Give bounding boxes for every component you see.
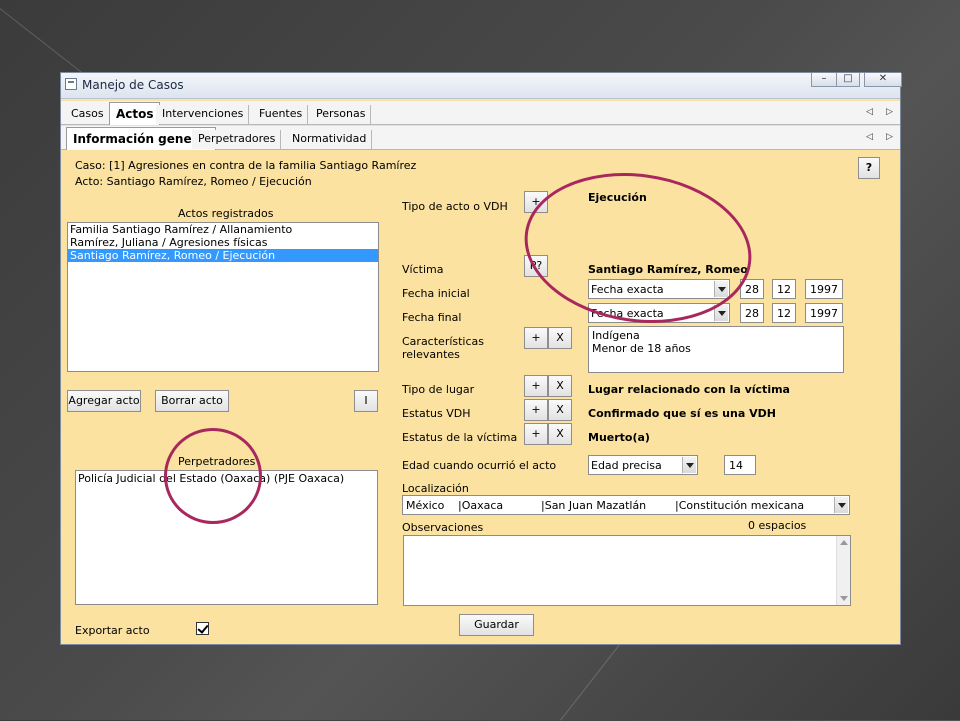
tab-personas[interactable]: Personas: [310, 105, 372, 124]
list-item[interactable]: Santiago Ramírez, Romeo / Ejecución: [68, 249, 378, 262]
tipo-acto-value: Ejecución: [588, 191, 647, 204]
exportar-checkbox[interactable]: [196, 622, 209, 635]
estatus-victima-label: Estatus de la víctima: [402, 431, 518, 444]
add-estatus-vdh-button[interactable]: +: [524, 399, 548, 421]
tab-perpetradores[interactable]: Perpetradores: [192, 130, 282, 149]
window-title: Manejo de Casos: [82, 78, 184, 92]
tab-fuentes[interactable]: Fuentes: [253, 105, 309, 124]
fecha-final-day[interactable]: 28: [740, 303, 764, 323]
espacios-counter: 0 espacios: [748, 519, 807, 532]
minimize-button[interactable]: –: [811, 73, 837, 87]
tab-casos[interactable]: Casos: [65, 105, 110, 124]
app-icon: [65, 78, 77, 90]
info-button[interactable]: I: [354, 390, 378, 412]
fecha-final-type-select[interactable]: Fecha exacta: [588, 303, 730, 323]
edad-type-select[interactable]: Edad precisa: [588, 455, 698, 475]
fecha-final-label: Fecha final: [402, 311, 462, 324]
observaciones-textarea[interactable]: [403, 535, 851, 606]
add-estatus-victima-button[interactable]: +: [524, 423, 548, 445]
guardar-button[interactable]: Guardar: [459, 614, 534, 636]
caracteristicas-label-2: relevantes: [402, 348, 460, 361]
edad-label: Edad cuando ocurrió el acto: [402, 459, 557, 472]
actos-heading: Actos registrados: [178, 207, 274, 220]
observaciones-label: Observaciones: [402, 521, 484, 534]
scrollbar[interactable]: [836, 536, 850, 605]
caracteristicas-label: Características: [402, 335, 485, 348]
localizacion-label: Localización: [402, 482, 469, 495]
perpetradores-heading: Perpetradores: [178, 455, 256, 468]
chevron-down-icon[interactable]: [714, 305, 728, 321]
tab-scroll-right-icon[interactable]: ▷: [886, 107, 893, 117]
fecha-final-year[interactable]: 1997: [805, 303, 843, 323]
list-item[interactable]: Familia Santiago Ramírez / Allanamiento: [68, 223, 378, 236]
fecha-inicial-month[interactable]: 12: [772, 279, 796, 299]
title-bar: Manejo de Casos – □ ✕: [61, 73, 902, 99]
chevron-down-icon[interactable]: [714, 281, 728, 297]
fecha-final-month[interactable]: 12: [772, 303, 796, 323]
delete-act-button[interactable]: Borrar acto: [155, 390, 229, 412]
tipo-acto-label: Tipo de acto o VDH: [402, 200, 508, 213]
exportar-label: Exportar acto: [75, 624, 150, 637]
sub-tab-bar: Información general Perpetradores Normat…: [61, 126, 900, 150]
list-item[interactable]: Ramírez, Juliana / Agresiones físicas: [68, 236, 378, 249]
remove-estatus-vdh-button[interactable]: X: [548, 399, 572, 421]
victima-value: Santiago Ramírez, Romeo: [588, 263, 748, 276]
victima-search-button[interactable]: P?: [524, 255, 548, 277]
subtab-scroll-left-icon[interactable]: ◁: [866, 132, 873, 142]
fecha-inicial-type-select[interactable]: Fecha exacta: [588, 279, 730, 299]
remove-tipo-lugar-button[interactable]: X: [548, 375, 572, 397]
add-tipo-lugar-button[interactable]: +: [524, 375, 548, 397]
estatus-vdh-label: Estatus VDH: [402, 407, 471, 420]
perpetradores-list[interactable]: Policía Judicial del Estado (Oaxaca) (PJ…: [75, 470, 378, 605]
estatus-vdh-value: Confirmado que sí es una VDH: [588, 407, 776, 420]
list-item[interactable]: Indígena: [592, 329, 840, 342]
chevron-down-icon[interactable]: [682, 457, 696, 473]
close-button[interactable]: ✕: [864, 73, 902, 87]
tab-intervenciones[interactable]: Intervenciones: [156, 105, 250, 124]
actos-list[interactable]: Familia Santiago Ramírez / Allanamiento …: [67, 222, 379, 372]
act-title: Acto: Santiago Ramírez, Romeo / Ejecució…: [75, 175, 312, 188]
help-button[interactable]: ?: [858, 157, 880, 179]
main-tab-bar: Casos Actos Intervenciones Fuentes Perso…: [61, 101, 900, 125]
tipo-lugar-value: Lugar relacionado con la víctima: [588, 383, 790, 396]
list-item[interactable]: Menor de 18 años: [592, 342, 840, 355]
victima-label: Víctima: [402, 263, 444, 276]
localizacion-select[interactable]: México |Oaxaca |San Juan Mazatlán |Const…: [402, 495, 850, 515]
tipo-lugar-label: Tipo de lugar: [402, 383, 475, 396]
fecha-inicial-label: Fecha inicial: [402, 287, 470, 300]
fecha-inicial-day[interactable]: 28: [740, 279, 764, 299]
tab-scroll-left-icon[interactable]: ◁: [866, 107, 873, 117]
caracteristicas-list[interactable]: Indígena Menor de 18 años: [588, 326, 844, 373]
chevron-down-icon[interactable]: [834, 497, 848, 513]
add-act-button[interactable]: Agregar acto: [67, 390, 141, 412]
tab-normatividad[interactable]: Normatividad: [286, 130, 373, 149]
case-title: Caso: [1] Agresiones en contra de la fam…: [75, 159, 417, 172]
remove-caracteristica-button[interactable]: X: [548, 327, 572, 349]
edad-input[interactable]: 14: [724, 455, 756, 475]
tab-actos[interactable]: Actos: [109, 102, 160, 125]
main-window: Manejo de Casos – □ ✕ Casos Actos Interv…: [60, 72, 902, 645]
list-item[interactable]: Policía Judicial del Estado (Oaxaca) (PJ…: [76, 471, 377, 486]
add-caracteristica-button[interactable]: +: [524, 327, 548, 349]
remove-estatus-victima-button[interactable]: X: [548, 423, 572, 445]
maximize-button[interactable]: □: [836, 73, 860, 87]
subtab-scroll-right-icon[interactable]: ▷: [886, 132, 893, 142]
estatus-victima-value: Muerto(a): [588, 431, 650, 444]
fecha-inicial-year[interactable]: 1997: [805, 279, 843, 299]
add-tipo-acto-button[interactable]: +: [524, 191, 548, 213]
